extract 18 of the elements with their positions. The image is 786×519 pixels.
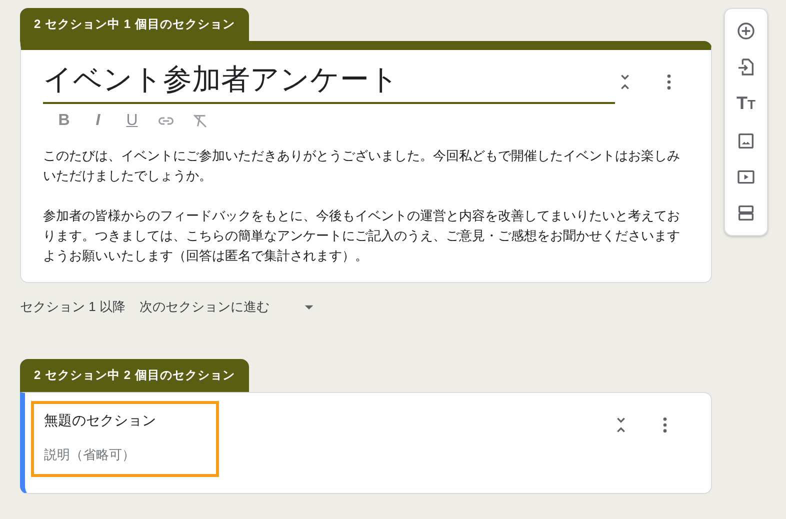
bold-button[interactable]: B [55, 112, 73, 130]
file-import-icon[interactable] [736, 57, 756, 77]
description-field[interactable]: 説明（省略可） [44, 446, 156, 464]
clear-format-icon[interactable] [191, 112, 209, 130]
section-label: 2 セクション中 2 個目のセクション [20, 359, 249, 392]
underline-button[interactable]: U [123, 112, 141, 130]
add-icon[interactable] [736, 21, 756, 41]
title-field[interactable]: イベント参加者アンケート [43, 60, 615, 104]
after-section-label: セクション 1 以降 [20, 298, 126, 316]
title-tool-button[interactable]: TT [736, 93, 756, 115]
description-text: このたびは、イベントにご参加いただきありがとうございました。今回私どもで開催したイベントはお楽しみいただけましたでしょうか。 [43, 147, 681, 185]
image-icon[interactable] [736, 131, 756, 151]
section-label: 2 セクション中 1 個目のセクション [20, 8, 249, 41]
italic-button[interactable]: I [89, 112, 107, 130]
section-title[interactable]: 無題のセクション [44, 410, 156, 430]
section-icon[interactable] [736, 203, 756, 223]
description-text: 参加者の皆様からのフィードバックをもとに、今後もイベントの運営と内容を改善してまいりたいと考えております。つきましては、こちらの簡単なアンケートにご記入のうえ、ご意見・ご感想をお聞かせくださいますようお願いいたします（回答は匿名で集計されます）。 [43, 207, 681, 265]
next-section-dropdown[interactable]: 次のセクションに進む [139, 297, 320, 317]
